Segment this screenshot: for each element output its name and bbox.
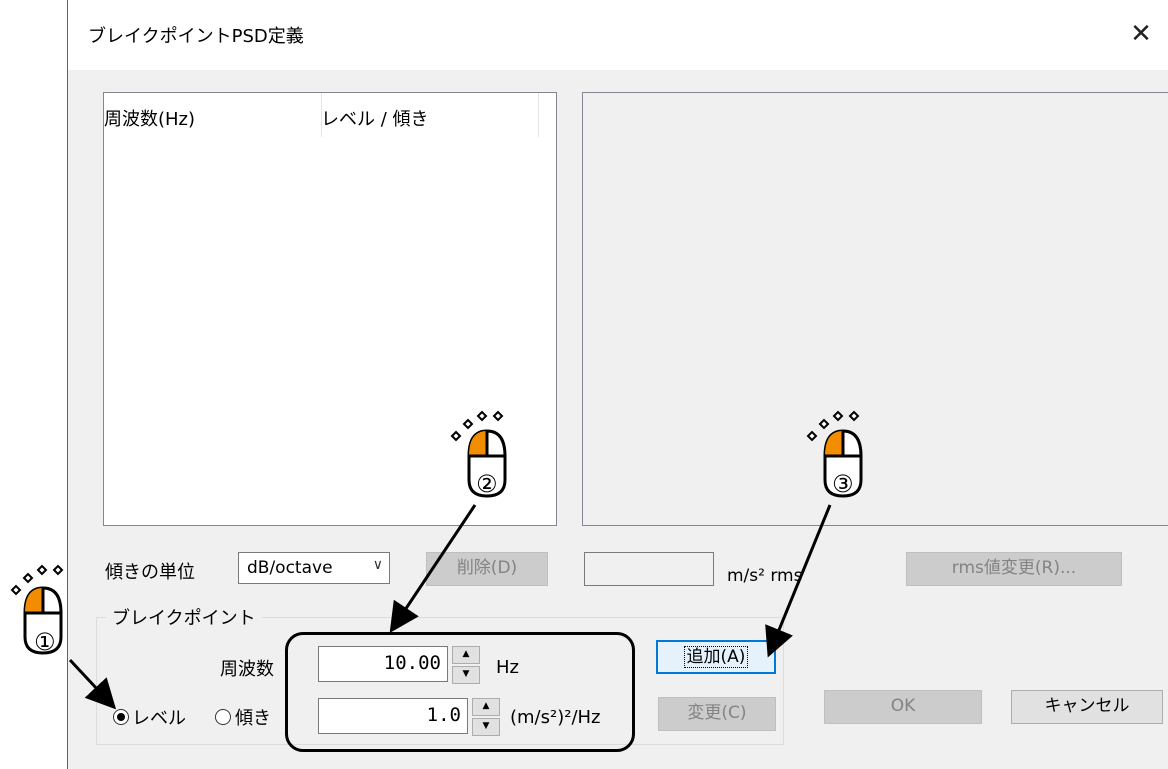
ok-button[interactable]: OK bbox=[824, 690, 982, 724]
radio-level[interactable] bbox=[113, 709, 129, 725]
step-3-label: ③ bbox=[832, 470, 854, 498]
column-divider bbox=[538, 93, 539, 137]
modify-button[interactable]: 変更(C) bbox=[658, 697, 776, 731]
radio-level-label[interactable]: レベル bbox=[132, 704, 186, 730]
step-1-label: ① bbox=[34, 628, 56, 656]
sparkle-icon bbox=[10, 564, 64, 596]
psd-graph-panel bbox=[582, 92, 1168, 526]
delete-button[interactable]: 削除(D) bbox=[426, 552, 548, 586]
sparkle-icon bbox=[450, 410, 504, 442]
radio-slope-label[interactable]: 傾き bbox=[235, 704, 271, 730]
sparkle-icon bbox=[806, 410, 860, 442]
slope-unit-select[interactable]: dB/octave ∨ bbox=[238, 552, 390, 584]
slope-unit-label: 傾きの単位 bbox=[105, 562, 195, 583]
radio-slope[interactable] bbox=[215, 709, 231, 725]
rms-change-button[interactable]: rms値変更(R)... bbox=[906, 552, 1122, 586]
add-button[interactable]: 追加(A) bbox=[656, 640, 776, 674]
chevron-down-icon: ∨ bbox=[372, 557, 383, 573]
column-header-level[interactable]: レベル / 傾き bbox=[321, 105, 429, 131]
rms-unit-label: m/s² rms bbox=[727, 566, 803, 586]
rms-value-field[interactable] bbox=[584, 552, 714, 586]
dialog-title: ブレイクポイントPSD定義 bbox=[88, 26, 304, 47]
breakpoint-group-label: ブレイクポイント bbox=[106, 604, 262, 630]
highlight-frame bbox=[285, 632, 635, 752]
column-header-frequency[interactable]: 周波数(Hz) bbox=[104, 105, 195, 131]
slope-unit-value: dB/octave bbox=[247, 558, 333, 578]
close-icon[interactable]: ✕ bbox=[1123, 16, 1159, 52]
add-button-label: 追加(A) bbox=[683, 646, 749, 668]
step-2-label: ② bbox=[476, 470, 498, 498]
frequency-label: 周波数 bbox=[220, 659, 274, 680]
cancel-button[interactable]: キャンセル bbox=[1011, 690, 1163, 724]
title-bar: ブレイクポイントPSD定義 ✕ bbox=[68, 0, 1168, 70]
